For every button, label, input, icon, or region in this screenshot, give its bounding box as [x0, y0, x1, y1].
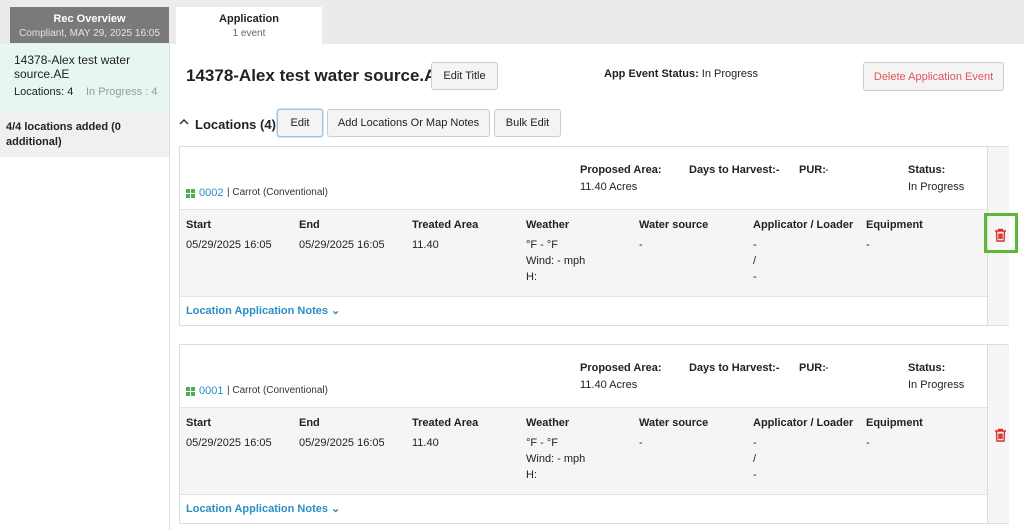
status-value: In Progress	[908, 181, 965, 193]
tab-rec-overview[interactable]: Rec Overview Compliant, MAY 29, 2025 16:…	[10, 7, 169, 43]
status-label: Status:	[908, 362, 946, 374]
field-code-link[interactable]: 0001	[199, 385, 223, 397]
tab-rec-overview-title: Rec Overview	[53, 13, 126, 25]
proposed-area-label: Proposed Area:	[580, 362, 662, 374]
col-equipment: Equipment	[866, 219, 923, 231]
col-end: End	[299, 417, 320, 429]
loader-value: -	[753, 271, 757, 283]
applicator-separator: /	[753, 453, 757, 465]
weather-humidity: H:	[526, 271, 537, 283]
sidebar-item-progress: In Progress : 4	[86, 86, 158, 98]
sidebar-item-application[interactable]: 14378-Alex test water source.AE Location…	[0, 44, 169, 112]
col-treated-area: Treated Area	[412, 219, 479, 231]
location-application-notes-toggle[interactable]: Location Application Notes ⌄	[186, 502, 340, 515]
weather-temp: °F - °F	[526, 437, 559, 449]
location-card: 0002 | Carrot (Conventional) Proposed Ar…	[179, 146, 1009, 326]
pur-value: -	[825, 362, 829, 374]
field-grid-icon	[186, 387, 196, 397]
col-weather: Weather	[526, 417, 570, 429]
top-tab-bar: Rec Overview Compliant, MAY 29, 2025 16:…	[0, 0, 1024, 44]
proposed-area-value: 11.40 Acres	[580, 379, 638, 391]
end-value: 05/29/2025 16:05	[299, 239, 385, 251]
delete-application-event-button[interactable]: Delete Application Event	[863, 62, 1004, 91]
col-weather: Weather	[526, 219, 570, 231]
location-application-notes-toggle[interactable]: Location Application Notes ⌄	[186, 304, 340, 317]
applicator-separator: /	[753, 255, 757, 267]
location-card: 0001 | Carrot (Conventional) Proposed Ar…	[179, 344, 1009, 524]
page-title: 14378-Alex test water source.AE	[186, 66, 448, 85]
edit-title-button[interactable]: Edit Title	[431, 62, 498, 90]
sidebar-item-title: 14378-Alex test water source.AE	[14, 53, 131, 81]
sidebar-locations-added: 4/4 locations added (0 additional)	[0, 112, 169, 157]
equipment-value: -	[866, 239, 870, 251]
main-content: 14378-Alex test water source.AE Edit Tit…	[171, 44, 1024, 530]
pur-value: -	[825, 164, 829, 176]
end-value: 05/29/2025 16:05	[299, 437, 385, 449]
days-to-harvest-label: Days to Harvest:-	[689, 362, 780, 374]
tab-application-title: Application	[219, 13, 279, 25]
locations-edit-button[interactable]: Edit	[277, 109, 323, 137]
app-event-status-value: In Progress	[701, 68, 759, 80]
applicator-value: -	[753, 437, 757, 449]
proposed-area-value: 11.40 Acres	[580, 181, 638, 193]
pur-label: PUR:	[799, 164, 826, 176]
field-code-link[interactable]: 0002	[199, 187, 223, 199]
location-card-summary: 0002 | Carrot (Conventional) Proposed Ar…	[180, 147, 987, 209]
location-card-details: Start End Treated Area Weather Water sou…	[180, 407, 987, 495]
water-source-value: -	[639, 437, 643, 449]
days-to-harvest-label: Days to Harvest:-	[689, 164, 780, 176]
field-grid-icon	[186, 189, 196, 199]
sidebar-item-locations: Locations: 4	[14, 86, 74, 98]
trash-icon[interactable]	[994, 428, 1007, 445]
trash-highlight-box	[984, 213, 1018, 253]
field-crop: | Carrot (Conventional)	[227, 385, 328, 396]
tab-rec-overview-subtitle: Compliant, MAY 29, 2025 16:05	[19, 28, 160, 39]
col-start: Start	[186, 219, 212, 231]
field-crop: | Carrot (Conventional)	[227, 187, 328, 198]
tab-application[interactable]: Application 1 event	[176, 7, 322, 44]
start-value: 05/29/2025 16:05	[186, 239, 272, 251]
water-source-value: -	[639, 239, 643, 251]
app-event-status: App Event Status: In Progress	[604, 68, 758, 80]
equipment-value: -	[866, 437, 870, 449]
tab-application-subtitle: 1 event	[232, 28, 266, 39]
col-end: End	[299, 219, 320, 231]
col-applicator-loader: Applicator / Loader	[753, 219, 854, 231]
location-card-details: Start End Treated Area Weather Water sou…	[180, 209, 987, 297]
sidebar: 14378-Alex test water source.AE Location…	[0, 44, 170, 530]
treated-area-value: 11.40	[412, 239, 439, 251]
weather-wind: Wind: - mph	[526, 255, 586, 267]
location-card-summary: 0001 | Carrot (Conventional) Proposed Ar…	[180, 345, 987, 407]
bulk-edit-button[interactable]: Bulk Edit	[494, 109, 561, 137]
locations-heading: Locations (4)	[195, 117, 276, 132]
col-water-source: Water source	[639, 219, 709, 231]
weather-temp: °F - °F	[526, 239, 559, 251]
loader-value: -	[753, 469, 757, 481]
col-applicator-loader: Applicator / Loader	[753, 417, 854, 429]
col-equipment: Equipment	[866, 417, 923, 429]
col-start: Start	[186, 417, 212, 429]
pur-label: PUR:	[799, 362, 826, 374]
applicator-value: -	[753, 239, 757, 251]
chevron-up-icon[interactable]	[179, 118, 189, 129]
app-event-status-label: App Event Status:	[604, 68, 699, 80]
start-value: 05/29/2025 16:05	[186, 437, 272, 449]
status-value: In Progress	[908, 379, 965, 391]
treated-area-value: 11.40	[412, 437, 439, 449]
status-label: Status:	[908, 164, 946, 176]
col-water-source: Water source	[639, 417, 709, 429]
col-treated-area: Treated Area	[412, 417, 479, 429]
weather-wind: Wind: - mph	[526, 453, 586, 465]
add-locations-map-notes-button[interactable]: Add Locations Or Map Notes	[327, 109, 490, 137]
weather-humidity: H:	[526, 469, 537, 481]
proposed-area-label: Proposed Area:	[580, 164, 662, 176]
